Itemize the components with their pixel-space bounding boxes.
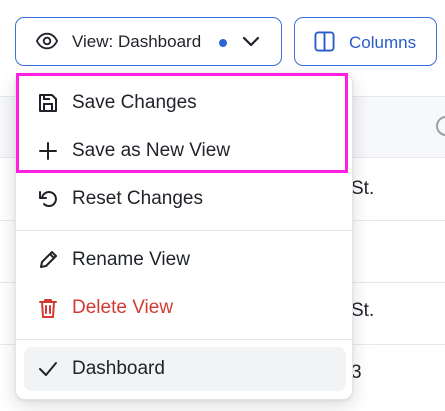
table-cell: St. xyxy=(351,178,375,199)
check-icon xyxy=(39,362,57,376)
menu-item-dashboard-view[interactable]: Dashboard xyxy=(24,347,346,391)
view-selector-button[interactable]: View: Dashboard xyxy=(15,17,282,66)
columns-icon xyxy=(314,31,335,52)
menu-item-reset-changes[interactable]: Reset Changes xyxy=(24,177,346,221)
menu-item-delete-view[interactable]: Delete View xyxy=(24,286,346,330)
column-menu-icon[interactable] xyxy=(436,116,445,136)
view-selector-label: View: Dashboard xyxy=(72,32,202,51)
menu-item-label: Dashboard xyxy=(72,358,165,379)
columns-button-label: Columns xyxy=(349,33,417,52)
menu-item-label: Delete View xyxy=(72,297,174,318)
menu-item-label: Reset Changes xyxy=(72,188,203,209)
eye-icon xyxy=(36,32,58,50)
pencil-icon xyxy=(40,251,57,268)
menu-divider xyxy=(16,339,354,340)
page: St. St. 3 View: Dashboard Columns Save C… xyxy=(0,0,445,411)
menu-item-label: Rename View xyxy=(72,249,190,270)
plus-icon xyxy=(39,142,57,160)
chevron-down-icon xyxy=(242,36,260,47)
table-cell: St. xyxy=(351,300,375,321)
unsaved-changes-dot xyxy=(219,39,227,47)
trash-icon xyxy=(39,299,57,318)
view-options-menu: Save Changes Save as New View Reset Chan… xyxy=(15,73,354,400)
reset-icon xyxy=(39,191,57,207)
menu-divider xyxy=(16,230,354,231)
menu-item-label: Save Changes xyxy=(72,92,197,113)
menu-item-label: Save as New View xyxy=(72,140,231,161)
menu-item-rename-view[interactable]: Rename View xyxy=(24,238,346,282)
save-icon xyxy=(39,94,57,112)
menu-item-save-as-new-view[interactable]: Save as New View xyxy=(24,129,346,173)
columns-button[interactable]: Columns xyxy=(294,17,437,66)
menu-item-save-changes[interactable]: Save Changes xyxy=(24,81,346,125)
